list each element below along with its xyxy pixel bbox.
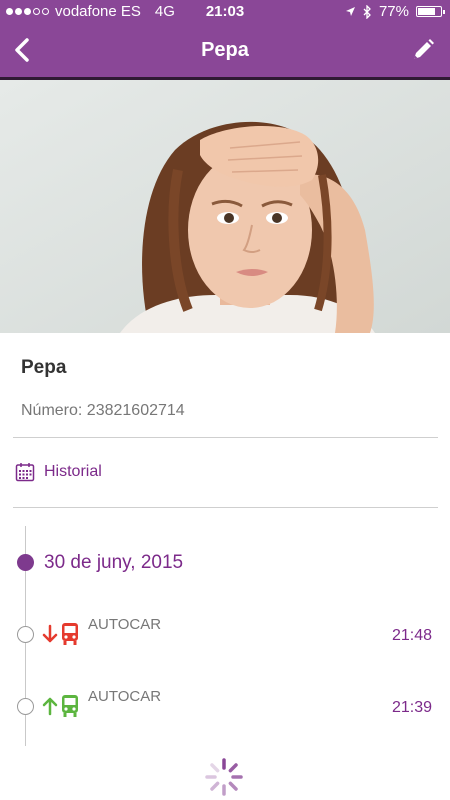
edit-button[interactable] — [410, 37, 436, 63]
divider — [13, 507, 438, 508]
page-title: Pepa — [201, 39, 249, 61]
date-marker — [17, 554, 34, 571]
profile-photo — [0, 80, 450, 333]
loading-spinner-icon — [205, 758, 243, 796]
status-right: 77% — [345, 3, 445, 20]
event-label: AUTOCAR — [88, 688, 162, 705]
arrow-up-icon — [42, 697, 58, 716]
event-time: 21:39 — [391, 699, 432, 716]
location-arrow-icon — [345, 7, 355, 16]
battery-icon — [416, 6, 445, 17]
bluetooth-icon — [363, 4, 371, 19]
event-time: 21:48 — [391, 627, 432, 644]
bus-icon — [62, 623, 78, 645]
historial-link[interactable]: Historial — [15, 462, 102, 482]
historial-label: Historial — [44, 463, 102, 480]
event-label: AUTOCAR — [88, 616, 162, 633]
arrow-down-icon — [42, 624, 58, 643]
divider — [13, 437, 438, 438]
pencil-icon — [414, 39, 434, 59]
calendar-icon — [15, 463, 35, 482]
event-marker — [17, 698, 34, 715]
nav-bar: Pepa — [0, 24, 450, 80]
event-marker — [17, 626, 34, 643]
bus-icon — [62, 695, 78, 717]
event-icons — [41, 622, 80, 646]
battery-percent: 77% — [378, 3, 409, 20]
profile-name: Pepa — [21, 357, 67, 378]
timeline-date: 30 de juny, 2015 — [44, 552, 184, 573]
status-bar: vodafone ES 4G 21:03 77% — [0, 0, 450, 24]
event-icons — [41, 694, 80, 718]
profile-number: Número: 23821602714 — [21, 402, 185, 419]
